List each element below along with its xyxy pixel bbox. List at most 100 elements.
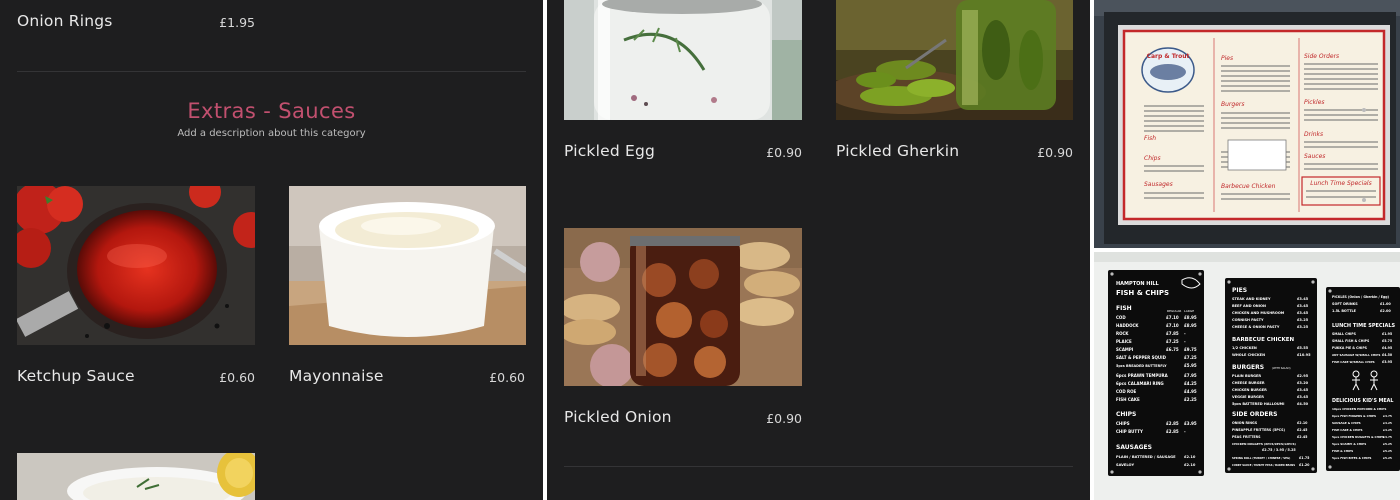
svg-text:£3.45: £3.45 bbox=[1297, 297, 1309, 301]
svg-text:5pcs BREADED BUTTERFLY: 5pcs BREADED BUTTERFLY bbox=[1116, 364, 1167, 368]
divider bbox=[564, 466, 1073, 467]
svg-text:HAMPTON HILL: HAMPTON HILL bbox=[1116, 281, 1160, 287]
pickled-gherkin-image[interactable] bbox=[836, 0, 1073, 120]
next-item-image[interactable] bbox=[17, 453, 255, 500]
svg-text:LUNCH TIME SPECIALS: LUNCH TIME SPECIALS bbox=[1332, 323, 1396, 329]
item-price-ketchup-sauce: £0.60 bbox=[219, 370, 255, 385]
svg-text:CHICKEN BURGER: CHICKEN BURGER bbox=[1232, 388, 1267, 392]
svg-text:CORNISH PASTY: CORNISH PASTY bbox=[1232, 318, 1264, 322]
svg-text:£8.95: £8.95 bbox=[1184, 323, 1197, 328]
svg-text:£7.25: £7.25 bbox=[1166, 339, 1179, 344]
svg-text:£2.00: £2.00 bbox=[1380, 309, 1391, 313]
svg-text:£4.75: £4.75 bbox=[1383, 414, 1392, 418]
pickled-egg-image[interactable] bbox=[564, 0, 802, 120]
svg-text:1.5L BOTTLE: 1.5L BOTTLE bbox=[1332, 309, 1357, 313]
item-name-pickled-egg: Pickled Egg bbox=[564, 142, 656, 160]
svg-text:£4.95: £4.95 bbox=[1184, 389, 1197, 394]
svg-text:FISH & CHIPS: FISH & CHIPS bbox=[1116, 289, 1169, 297]
svg-text:£5.55: £5.55 bbox=[1297, 346, 1309, 350]
svg-text:PICKLES (Onion / Gherkin / Egg: PICKLES (Onion / Gherkin / Egg) bbox=[1332, 295, 1390, 299]
svg-text:£4.25: £4.25 bbox=[1383, 428, 1392, 432]
svg-text:5pcs CHICKEN NUGGETS & CHIPS: 5pcs CHICKEN NUGGETS & CHIPS bbox=[1332, 435, 1384, 439]
item-price-mayonnaise: £0.60 bbox=[489, 370, 525, 385]
svg-text:£3.95: £3.95 bbox=[1184, 421, 1197, 426]
svg-text:ROCK: ROCK bbox=[1116, 331, 1129, 336]
svg-text:£7.85: £7.85 bbox=[1166, 331, 1179, 336]
item-name-ketchup-sauce: Ketchup Sauce bbox=[17, 367, 135, 385]
svg-text:PIES: PIES bbox=[1232, 287, 1247, 294]
svg-text:£3.25: £3.25 bbox=[1297, 318, 1309, 322]
svg-text:£3.45: £3.45 bbox=[1297, 395, 1309, 399]
svg-text:PEAS FRITTERS: PEAS FRITTERS bbox=[1232, 435, 1261, 439]
svg-text:BEEF AND ONION: BEEF AND ONION bbox=[1232, 304, 1266, 308]
svg-text:PINEAPPLE FRITTERS (5PCS): PINEAPPLE FRITTERS (5PCS) bbox=[1232, 428, 1286, 432]
svg-text:VEGGIE BURGER: VEGGIE BURGER bbox=[1232, 395, 1264, 399]
pickled-onion-image[interactable] bbox=[564, 228, 802, 386]
svg-text:PLAIN / BATTERED / SAUSAGE: PLAIN / BATTERED / SAUSAGE bbox=[1116, 455, 1176, 459]
svg-text:£4.25: £4.25 bbox=[1383, 421, 1392, 425]
svg-text:ONION RINGS: ONION RINGS bbox=[1232, 421, 1258, 425]
category-description: Add a description about this category bbox=[177, 128, 366, 139]
svg-text:£3.25: £3.25 bbox=[1297, 325, 1309, 329]
svg-text:HADDOCK: HADDOCK bbox=[1116, 323, 1139, 328]
svg-text:BARBECUE CHICKEN: BARBECUE CHICKEN bbox=[1232, 337, 1295, 343]
item-price-pickled-gherkin: £0.90 bbox=[1037, 145, 1073, 160]
svg-text:£5.75: £5.75 bbox=[1382, 339, 1392, 343]
svg-text:Sausages: Sausages bbox=[1144, 181, 1173, 188]
svg-text:£9.75: £9.75 bbox=[1184, 347, 1197, 352]
svg-text:Carp & Trout: Carp & Trout bbox=[1147, 53, 1190, 60]
black-boards-art: HAMPTON HILL FISH & CHIPS FISH REGULAR L… bbox=[1094, 252, 1400, 500]
svg-text:Burgers: Burgers bbox=[1221, 101, 1244, 108]
menu-panel-middle: Pickled Egg £0.90 Pickled Gherkin £0.90 bbox=[547, 0, 1090, 500]
svg-text:CHIPS: CHIPS bbox=[1116, 421, 1130, 426]
mayonnaise-image[interactable] bbox=[289, 186, 526, 345]
svg-text:£2.85: £2.85 bbox=[1166, 429, 1179, 434]
svg-text:PLAIN BURGER: PLAIN BURGER bbox=[1232, 374, 1261, 378]
svg-text:SMALL CHIPS: SMALL CHIPS bbox=[1332, 332, 1357, 336]
item-name-pickled-onion: Pickled Onion bbox=[564, 408, 672, 426]
svg-text:£7.95: £7.95 bbox=[1184, 373, 1197, 378]
svg-text:£4.50: £4.50 bbox=[1382, 353, 1393, 357]
svg-text:Pies: Pies bbox=[1221, 55, 1233, 62]
item-name-pickled-gherkin: Pickled Gherkin bbox=[836, 142, 960, 160]
svg-text:CURRY SAUCE / MUSHY PEAS / BAK: CURRY SAUCE / MUSHY PEAS / BAKED BEANS bbox=[1232, 463, 1295, 467]
svg-text:1/2 CHICKEN: 1/2 CHICKEN bbox=[1232, 346, 1257, 350]
svg-text:5pcs BATTERED HALLOUMI: 5pcs BATTERED HALLOUMI bbox=[1232, 402, 1284, 406]
svg-text:SPRING ROLL (TURKEY / CHINESE: SPRING ROLL (TURKEY / CHINESE / VEG) bbox=[1232, 456, 1290, 460]
svg-text:ANY SAUSAGE W/SMALL CHIPS: ANY SAUSAGE W/SMALL CHIPS bbox=[1332, 353, 1380, 357]
item-name-onion-rings: Onion Rings bbox=[17, 12, 113, 30]
svg-text:£7.10: £7.10 bbox=[1166, 315, 1179, 320]
menu-board-photo-framed: Carp & Trout Fish Chips Sausages Pies Bu… bbox=[1094, 0, 1400, 248]
svg-text:(WITH SALAD): (WITH SALAD) bbox=[1272, 366, 1290, 370]
menu-panel-left: Onion Rings £1.95 Extras - Sauces Add a … bbox=[0, 0, 543, 500]
svg-text:£4.25: £4.25 bbox=[1184, 381, 1197, 386]
svg-text:SALT & PEPPER SQUID: SALT & PEPPER SQUID bbox=[1116, 355, 1167, 360]
svg-text:£1.20: £1.20 bbox=[1299, 463, 1310, 467]
svg-text:Fish: Fish bbox=[1144, 135, 1156, 142]
svg-text:Side Orders: Side Orders bbox=[1304, 53, 1339, 60]
svg-text:Drinks: Drinks bbox=[1304, 131, 1323, 138]
svg-text:SMALL FISH & CHIPS: SMALL FISH & CHIPS bbox=[1332, 339, 1370, 343]
svg-text:£2.45: £2.45 bbox=[1297, 428, 1308, 432]
svg-text:FISH & CHIPS: FISH & CHIPS bbox=[1332, 449, 1353, 453]
svg-text:6pcs PRAWN TEMPURA: 6pcs PRAWN TEMPURA bbox=[1116, 373, 1169, 378]
svg-text:FISH CAKE: FISH CAKE bbox=[1116, 397, 1140, 402]
svg-text:£2.10: £2.10 bbox=[1297, 421, 1308, 425]
svg-text:SCAMPI: SCAMPI bbox=[1116, 347, 1134, 352]
svg-text:£7.10: £7.10 bbox=[1166, 323, 1179, 328]
svg-text:SOFT DRINKS: SOFT DRINKS bbox=[1332, 302, 1358, 306]
ketchup-sauce-image[interactable] bbox=[17, 186, 255, 345]
svg-text:£5.25: £5.25 bbox=[1383, 456, 1392, 460]
svg-text:BURGERS: BURGERS bbox=[1232, 364, 1264, 371]
mayonnaise-image-art bbox=[289, 186, 526, 345]
item-price-onion-rings: £1.95 bbox=[219, 15, 255, 30]
menu-board-photo-black: HAMPTON HILL FISH & CHIPS FISH REGULAR L… bbox=[1094, 252, 1400, 500]
svg-text:FISH: FISH bbox=[1116, 305, 1132, 312]
pickled-onion-image-art bbox=[564, 228, 802, 386]
svg-text:PUKKA PIE & CHIPS: PUKKA PIE & CHIPS bbox=[1332, 346, 1368, 350]
svg-text:SAUSAGE & CHIPS: SAUSAGE & CHIPS bbox=[1332, 421, 1361, 425]
framed-menu-art: Carp & Trout Fish Chips Sausages Pies Bu… bbox=[1094, 0, 1400, 248]
svg-text:REGULAR: REGULAR bbox=[1167, 309, 1181, 313]
item-name-mayonnaise: Mayonnaise bbox=[289, 367, 384, 385]
svg-text:10pcs CHICKEN POPCORN & CHIPS: 10pcs CHICKEN POPCORN & CHIPS bbox=[1332, 407, 1386, 411]
